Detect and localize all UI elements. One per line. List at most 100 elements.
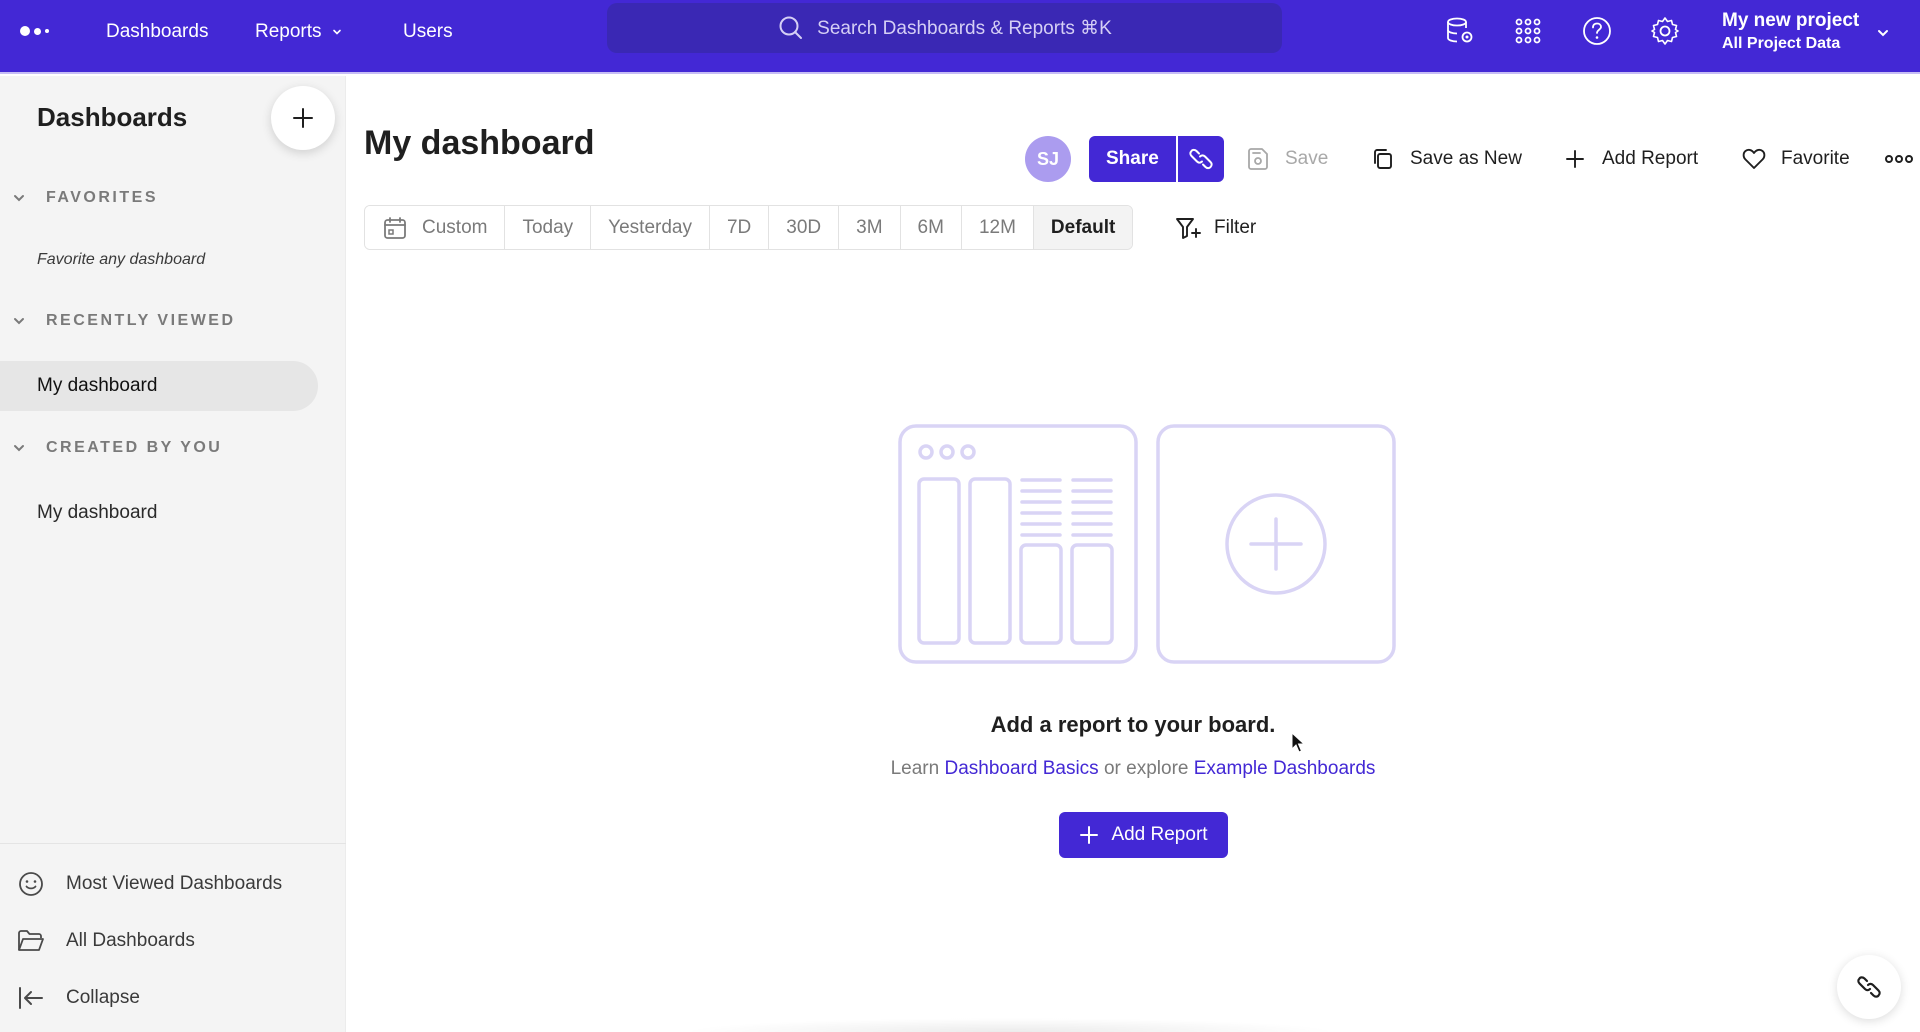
add-report-label: Add Report bbox=[1602, 148, 1699, 169]
date-range-label: 12M bbox=[978, 216, 1016, 238]
date-range-7d[interactable]: 7D bbox=[709, 206, 770, 249]
date-range-3m[interactable]: 3M bbox=[839, 206, 901, 249]
page-title[interactable]: My dashboard bbox=[364, 124, 594, 163]
save-label: Save bbox=[1285, 148, 1329, 169]
save-button[interactable]: Save bbox=[1245, 144, 1328, 174]
save-disk-icon bbox=[1248, 148, 1268, 170]
help-icon bbox=[1583, 17, 1611, 45]
or-explore-text: or explore bbox=[1103, 758, 1189, 779]
add-report-label: Add Report bbox=[1111, 824, 1208, 845]
date-range-default[interactable]: Default bbox=[1033, 206, 1133, 249]
apps-grid-button[interactable] bbox=[1511, 14, 1545, 48]
save-as-new-label: Save as New bbox=[1410, 148, 1522, 169]
bottom-shadow-decoration bbox=[680, 1018, 1340, 1032]
all-dashboards-label: All Dashboards bbox=[66, 930, 195, 951]
plus-icon bbox=[1566, 150, 1584, 168]
favorite-button[interactable]: Favorite bbox=[1741, 144, 1850, 174]
favorites-empty-text: Favorite any dashboard bbox=[37, 251, 206, 268]
settings-button[interactable] bbox=[1648, 14, 1682, 48]
project-selector[interactable]: My new project All Project Data bbox=[1722, 9, 1859, 55]
share-label: Share bbox=[1106, 148, 1159, 169]
project-name: My new project bbox=[1722, 10, 1860, 31]
nav-dashboards[interactable]: Dashboards bbox=[106, 20, 208, 44]
date-range-label: 7D bbox=[726, 216, 752, 238]
link-icon bbox=[1857, 976, 1881, 998]
date-range-selector: Custom Today Yesterday 7D 30D 3M 6M 12M … bbox=[364, 205, 1134, 250]
settings-icon bbox=[1651, 17, 1679, 45]
data-management-button[interactable] bbox=[1443, 14, 1477, 48]
nav-reports-label: Reports bbox=[255, 21, 322, 42]
calendar-icon bbox=[384, 216, 406, 239]
plus-icon bbox=[1080, 826, 1099, 844]
filter-button[interactable]: Filter bbox=[1174, 212, 1256, 244]
sidebar-item-my-dashboard-recent[interactable]: My dashboard bbox=[0, 361, 318, 411]
section-recently-viewed-toggle[interactable]: RECENTLY VIEWED bbox=[12, 312, 236, 330]
empty-state-subtitle: Learn Dashboard Basics or explore Exampl… bbox=[346, 758, 1920, 780]
date-range-custom[interactable]: Custom bbox=[365, 206, 506, 249]
collapse-left-icon bbox=[19, 987, 43, 1009]
mouse-cursor-icon bbox=[1291, 732, 1305, 753]
date-range-label: Default bbox=[1050, 216, 1116, 238]
sidebar-title: Dashboards bbox=[37, 102, 188, 132]
app-logo-icon[interactable] bbox=[20, 26, 49, 36]
save-as-new-button[interactable]: Save as New bbox=[1370, 144, 1522, 174]
all-dashboards-link[interactable]: All Dashboards bbox=[16, 926, 195, 956]
collapse-label: Collapse bbox=[66, 987, 140, 1008]
folder-icon bbox=[18, 930, 44, 951]
empty-state-title: Add a report to your board. bbox=[990, 712, 1276, 737]
search-input[interactable]: Search Dashboards & Reports ⌘K bbox=[607, 3, 1282, 53]
chevron-down-icon[interactable] bbox=[1876, 26, 1890, 40]
create-dashboard-button[interactable] bbox=[271, 86, 335, 150]
more-options-button[interactable] bbox=[1884, 144, 1914, 174]
sidebar-item-label: My dashboard bbox=[37, 375, 158, 396]
date-range-30d[interactable]: 30D bbox=[769, 206, 840, 249]
dashboard-basics-link[interactable]: Dashboard Basics bbox=[944, 758, 1098, 779]
copy-icon bbox=[1374, 149, 1392, 169]
chevron-down-icon bbox=[14, 318, 24, 325]
section-favorites-label: FAVORITES bbox=[46, 189, 158, 206]
date-range-yesterday[interactable]: Yesterday bbox=[591, 206, 710, 249]
add-report-header-button[interactable]: Add Report bbox=[1562, 144, 1698, 174]
more-horizontal-icon bbox=[1885, 155, 1913, 163]
sidebar-item-label: My dashboard bbox=[37, 502, 158, 523]
filter-label: Filter bbox=[1214, 217, 1257, 238]
date-range-label: Yesterday bbox=[608, 216, 692, 238]
favorite-label: Favorite bbox=[1781, 148, 1850, 169]
heart-icon bbox=[1742, 148, 1766, 169]
date-range-label: Custom bbox=[422, 216, 488, 238]
search-icon bbox=[779, 16, 803, 39]
floating-link-button[interactable] bbox=[1837, 955, 1901, 1019]
section-created-by-you-label: CREATED BY YOU bbox=[46, 439, 223, 456]
example-dashboards-link[interactable]: Example Dashboards bbox=[1194, 758, 1376, 779]
most-viewed-dashboards-link[interactable]: Most Viewed Dashboards bbox=[16, 869, 282, 899]
learn-text: Learn bbox=[890, 758, 940, 779]
sidebar-item-my-dashboard-created[interactable]: My dashboard bbox=[0, 488, 318, 538]
share-button[interactable]: Share bbox=[1089, 136, 1178, 182]
nav-users-label: Users bbox=[403, 21, 453, 42]
help-button[interactable] bbox=[1580, 14, 1614, 48]
copy-link-button[interactable] bbox=[1177, 136, 1224, 182]
most-viewed-label: Most Viewed Dashboards bbox=[66, 873, 283, 894]
date-range-label: 6M bbox=[917, 216, 944, 238]
nav-dashboards-label: Dashboards bbox=[106, 21, 209, 42]
empty-dashboard-illustration bbox=[898, 424, 1396, 664]
date-range-12m[interactable]: 12M bbox=[961, 206, 1034, 249]
section-recently-viewed-label: RECENTLY VIEWED bbox=[46, 312, 236, 329]
date-range-6m[interactable]: 6M bbox=[900, 206, 962, 249]
section-favorites-toggle[interactable]: FAVORITES bbox=[12, 189, 158, 207]
nav-reports[interactable]: Reports bbox=[255, 20, 342, 44]
chevron-down-icon bbox=[332, 29, 341, 35]
nav-users[interactable]: Users bbox=[403, 20, 453, 44]
section-created-by-you-toggle[interactable]: CREATED BY YOU bbox=[12, 439, 222, 457]
sidebar: Dashboards FAVORITES Favorite any dashbo… bbox=[0, 76, 346, 1032]
avatar[interactable]: SJ bbox=[1025, 136, 1071, 182]
add-report-button[interactable]: Add Report bbox=[1059, 812, 1228, 858]
date-range-today[interactable]: Today bbox=[505, 206, 592, 249]
chevron-down-icon bbox=[14, 195, 24, 202]
filter-add-icon bbox=[1176, 218, 1201, 239]
collapse-sidebar-button[interactable]: Collapse bbox=[16, 983, 140, 1013]
date-range-label: Today bbox=[522, 216, 574, 238]
smiley-icon bbox=[19, 872, 43, 896]
top-nav-bar: Dashboards Reports Users Search Dashboar… bbox=[0, 0, 1920, 74]
sidebar-divider bbox=[0, 843, 346, 844]
